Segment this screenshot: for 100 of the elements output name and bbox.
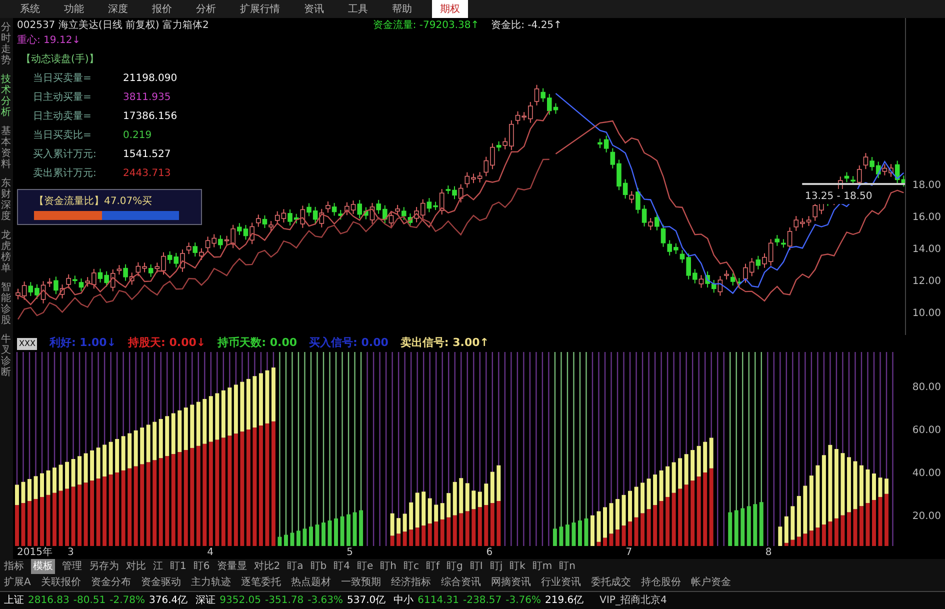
index-percent: -2.78% — [110, 594, 145, 608]
menu-item[interactable]: 系统 — [16, 2, 44, 16]
stat-label: 日主动买量= — [33, 90, 92, 105]
indicator-reading: 卖出信号: 3.00↑ — [400, 335, 489, 352]
sidebar-tab[interactable]: 基本资料 — [0, 126, 12, 170]
range-label: 13.25 - 18.50 — [803, 189, 874, 204]
function-button[interactable]: 资金驱动 — [140, 575, 181, 590]
template-tab[interactable]: 盯m — [532, 559, 552, 574]
function-button[interactable]: 一致预期 — [340, 575, 381, 590]
index-name: 深证 — [196, 594, 216, 608]
stat-value: 17386.156 — [123, 110, 178, 124]
sidebar-tab[interactable]: 技术分析 — [0, 74, 12, 118]
stat-value: 3811.935 — [123, 91, 171, 105]
template-tab[interactable]: 盯4 — [334, 559, 350, 574]
function-button[interactable]: 关联报价 — [40, 575, 81, 590]
index-name: 中小 — [394, 594, 414, 608]
template-tab[interactable]: 资量显 — [216, 559, 247, 574]
index-change: -238.57 — [463, 594, 502, 608]
axis-label: 14.00 — [912, 243, 941, 257]
index-amount: 376.4亿 — [149, 594, 188, 608]
indicator-reading: 利好: 1.00↓ — [49, 335, 116, 352]
template-tab[interactable]: 盯I — [470, 559, 483, 574]
menu-item[interactable]: 报价 — [148, 2, 176, 16]
axis-label: 60.00 — [912, 424, 941, 438]
function-button[interactable]: 经济指标 — [390, 575, 431, 590]
stat-value: 21198.090 — [123, 72, 178, 86]
function-button[interactable]: 综合资讯 — [440, 575, 481, 590]
menu-item[interactable]: 帮助 — [388, 2, 416, 16]
center-reading: 重心: 19.12↓ — [17, 34, 82, 48]
function-button[interactable]: 帐户资金 — [690, 575, 731, 590]
stat-label: 买入累计万元: — [33, 148, 98, 162]
function-button[interactable]: 主力轨迹 — [190, 575, 231, 590]
stat-label: 当日买卖比= — [33, 128, 92, 143]
indicator-reading: 资金流量: -79203.38↑ — [372, 18, 480, 33]
template-tab[interactable]: 对比2 — [254, 559, 280, 574]
axis-label: 80.00 — [912, 381, 941, 395]
indicator-reading: 资金比: -4.25↑ — [491, 18, 562, 33]
menu-item[interactable]: 分析 — [192, 2, 220, 16]
function-button[interactable]: 资金分布 — [90, 575, 131, 590]
axis-label: 40.00 — [912, 467, 941, 481]
index-change: -351.78 — [265, 594, 304, 608]
panel-title: 【动态读盘(手)】 — [21, 52, 100, 67]
indicator-reading: 持币天数: 0.00 — [218, 335, 298, 352]
axis-label: 16.00 — [912, 211, 941, 225]
stat-label: 当日买卖量= — [33, 72, 92, 86]
function-button[interactable]: 扩展A — [4, 575, 31, 590]
template-tab[interactable]: 另存为 — [89, 559, 119, 574]
template-tab[interactable]: 盯1 — [170, 559, 186, 574]
template-tab[interactable]: 盯a — [287, 559, 304, 574]
template-tab[interactable]: 盯j — [490, 559, 503, 574]
template-tab[interactable]: 盯g — [446, 559, 463, 574]
menu-item[interactable]: 资讯 — [300, 2, 328, 16]
index-price: 9352.05 — [220, 594, 261, 608]
date-label: 8 — [765, 546, 773, 560]
template-tab[interactable]: 盯e — [357, 559, 374, 574]
sidebar-tab[interactable]: 东财深度 — [0, 178, 12, 222]
fund-ratio-label: 【资金流量比】47.07%买 — [34, 194, 154, 209]
template-tab[interactable]: 盯h — [380, 559, 396, 574]
index-change: -80.51 — [73, 594, 106, 608]
date-label: 7 — [626, 546, 634, 560]
date-label: 5 — [346, 546, 354, 560]
template-tab[interactable]: 盯6 — [193, 559, 210, 574]
date-label: 4 — [207, 546, 214, 560]
template-tab[interactable]: 盯k — [510, 559, 526, 574]
index-price: 2816.83 — [28, 594, 70, 608]
index-amount: 537.0亿 — [347, 594, 386, 608]
template-tab[interactable]: 管理 — [62, 559, 82, 574]
template-tab[interactable]: 模板 — [31, 559, 55, 574]
sidebar-tab[interactable]: 智能诊股 — [0, 282, 12, 326]
template-tab[interactable]: 对比 — [126, 559, 146, 574]
menu-item[interactable]: 深度 — [104, 2, 132, 16]
sidebar-tab[interactable]: 龙虎榜单 — [0, 230, 12, 274]
template-tab[interactable]: 盯n — [559, 559, 576, 574]
stat-label: 日主动卖量= — [33, 110, 92, 124]
template-tab[interactable]: 盯b — [310, 559, 327, 574]
function-button[interactable]: 持仓股份 — [640, 575, 681, 590]
function-button[interactable]: 逐笔委托 — [240, 575, 281, 590]
function-button[interactable]: 行业资讯 — [540, 575, 581, 590]
indicator-reading: 持股天: 0.00↓ — [128, 335, 206, 352]
menu-item[interactable]: 功能 — [60, 2, 88, 16]
template-tab[interactable]: 盯f — [426, 559, 440, 574]
template-tab[interactable]: 盯c — [404, 559, 419, 574]
indicator-name: XXX — [17, 338, 38, 350]
function-button[interactable]: 委托成交 — [590, 575, 631, 590]
stat-value: 2443.713 — [123, 167, 171, 181]
function-button[interactable]: 热点题材 — [290, 575, 331, 590]
template-tab[interactable]: 江 — [153, 559, 163, 574]
index-name: 上证 — [4, 594, 24, 608]
menu-item[interactable]: 扩展行情 — [236, 2, 284, 16]
sidebar-tab[interactable]: 分时走势 — [0, 22, 12, 66]
axis-label: 20.00 — [912, 510, 941, 524]
function-button[interactable]: 网摘资讯 — [490, 575, 531, 590]
axis-label: 12.00 — [912, 275, 941, 289]
stat-label: 卖出累计万元: — [33, 166, 98, 181]
server-name: VIP_招商北京4 — [600, 594, 667, 608]
date-label: 3 — [67, 546, 75, 560]
template-tab[interactable]: 指标 — [4, 559, 24, 574]
menu-item[interactable]: 工具 — [344, 2, 372, 16]
sidebar-tab[interactable]: 牛叉诊断 — [0, 334, 12, 378]
menu-item[interactable]: 期权 — [432, 0, 468, 18]
